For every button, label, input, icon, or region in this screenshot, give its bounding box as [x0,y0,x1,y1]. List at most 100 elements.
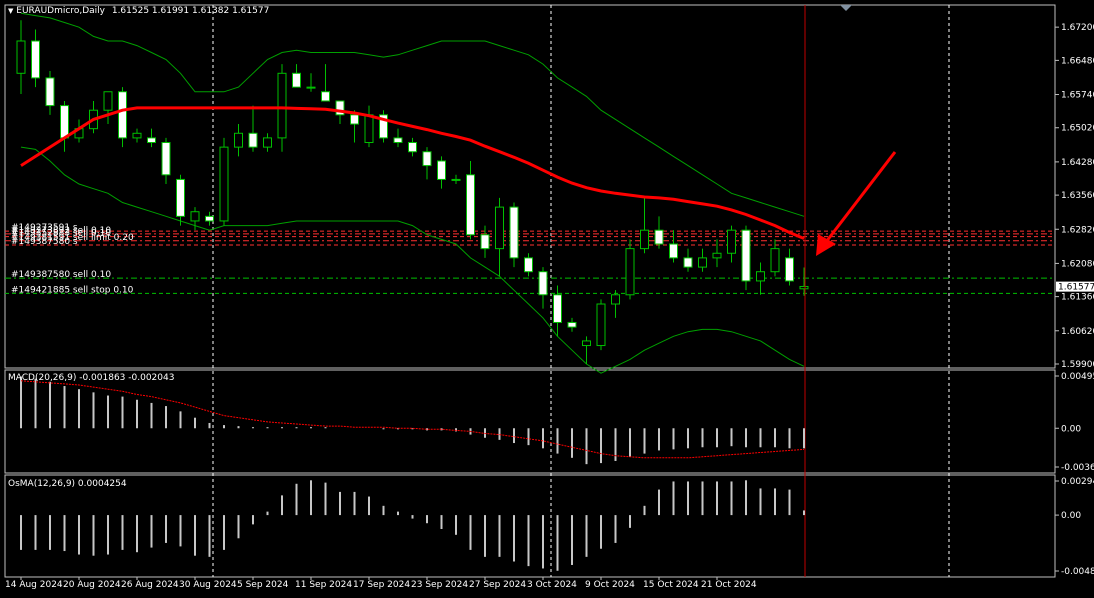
price-label: 1.65020 [1061,124,1094,134]
bull-candle [756,271,765,282]
date-label: 14 Aug 2024 [5,580,63,590]
date-label: 9 Oct 2024 [585,580,635,590]
date-label: 3 Oct 2024 [527,580,577,590]
bear-candle [567,321,577,328]
bear-candle [785,257,794,282]
price-label: 1.60620 [1061,327,1094,337]
chart-info: ▼ EURAUDmicro,Daily 1.61525 1.61991 1.61… [8,6,269,17]
bull-candle [698,257,707,268]
bear-candle [205,215,214,222]
bear-candle [118,91,127,139]
osma-panel [4,474,1056,578]
bear-candle [422,151,432,167]
bull-candle [16,40,26,74]
trading-chart[interactable]: 1.67200 1.66480 1.65740 1.65020 1.64280 1.635… [0,0,1094,598]
bull-candle [263,137,272,148]
bear-candle [741,229,751,282]
bear-candle [509,206,519,259]
bull-candle [495,206,504,250]
bear-candle [176,178,185,217]
bull-candle [625,248,635,296]
shift-marker-icon [840,5,852,11]
macd-scale-label: 0.00495 [1061,372,1094,382]
macd-scale-label: -0.00367 [1061,463,1094,473]
bull-candle [277,72,287,139]
date-label: 15 Oct 2024 [643,580,699,590]
bear-candle [350,114,359,125]
bear-candle [248,132,258,148]
osma-scale-label: 0.00294 [1061,477,1094,487]
date-label: 11 Sep 2024 [295,580,352,590]
bull-candle [103,91,113,111]
macd-panel [4,369,1056,474]
date-label: 17 Sep 2024 [353,580,410,590]
bear-candle [524,257,533,273]
bear-candle [292,72,301,88]
bear-candle [654,229,664,245]
bear-candle [683,257,693,268]
order-label: #149387580 sell 0.10 [11,270,111,280]
main-panel [4,4,1056,369]
osma-scale-label: -0.00482 [1061,567,1094,577]
osma-label: OsMA(12,26,9) 0.0004254 [8,479,127,489]
macd-label: MACD(20,26,9) -0.001863 -0.002043 [8,373,175,383]
bull-candle [582,340,591,347]
price-label: 1.62820 [1061,225,1094,235]
price-label: 1.66480 [1061,56,1094,66]
bear-candle [60,105,69,139]
bull-candle [799,285,809,290]
bear-candle [538,271,548,296]
bull-candle [190,211,200,222]
order-label: #149421885 sell stop 0.10 [11,285,134,295]
bull-candle [727,229,736,254]
bear-candle [553,294,562,323]
symbol-label: EURAUDmicro,Daily [16,6,105,16]
bollinger-upper-band [20,12,805,217]
bear-candle [45,77,55,107]
current-price-label: 1.61577 [1058,283,1094,293]
bull-candle [219,146,229,222]
bear-candle [480,234,490,250]
ohlc-values: 1.61525 1.61991 1.61382 1.61577 [111,6,270,16]
date-label: 21 Oct 2024 [701,580,757,590]
bull-candle [306,86,316,89]
macd-signal-line [20,380,805,459]
bear-candle [147,137,156,144]
date-label: 27 Sep 2024 [469,580,526,590]
price-label: 1.67200 [1061,23,1094,33]
bull-candle [611,294,620,305]
bull-candle [234,132,243,148]
bear-candle [321,91,330,102]
bear-candle [161,142,171,176]
bull-candle [770,248,780,273]
bear-candle [437,160,446,180]
bull-candle [712,252,722,259]
date-label: 30 Aug 2024 [179,580,237,590]
bear-candle [669,243,678,259]
bear-candle [31,40,40,79]
date-label: 23 Sep 2024 [411,580,468,590]
bull-candle [596,303,606,347]
date-label: 20 Aug 2024 [63,580,121,590]
price-label: 1.59900 [1061,360,1094,370]
price-label: 1.64280 [1061,158,1094,168]
macd-scale-label: 0.00 [1061,424,1081,434]
bull-candle [640,229,649,250]
price-label: 1.65740 [1061,91,1094,101]
bull-candle [451,178,461,181]
moving-average-line [20,106,805,240]
dropdown-triangle-icon[interactable]: ▼ [8,7,13,15]
date-label: 5 Sep 2024 [237,580,289,590]
bull-candle [364,114,374,144]
osma-scale-label: 0.00 [1061,511,1081,521]
price-label: 1.62080 [1061,259,1094,269]
order-label: #149387580 s [11,237,78,247]
bull-candle [132,132,142,139]
annotation-arrow-head [816,234,836,256]
bear-candle [393,137,403,144]
price-label: 1.63560 [1061,191,1094,201]
annotation-arrow-shaft [824,151,897,243]
date-label: 26 Aug 2024 [121,580,179,590]
price-label: 1.61360 [1061,293,1094,303]
bear-candle [408,142,417,153]
